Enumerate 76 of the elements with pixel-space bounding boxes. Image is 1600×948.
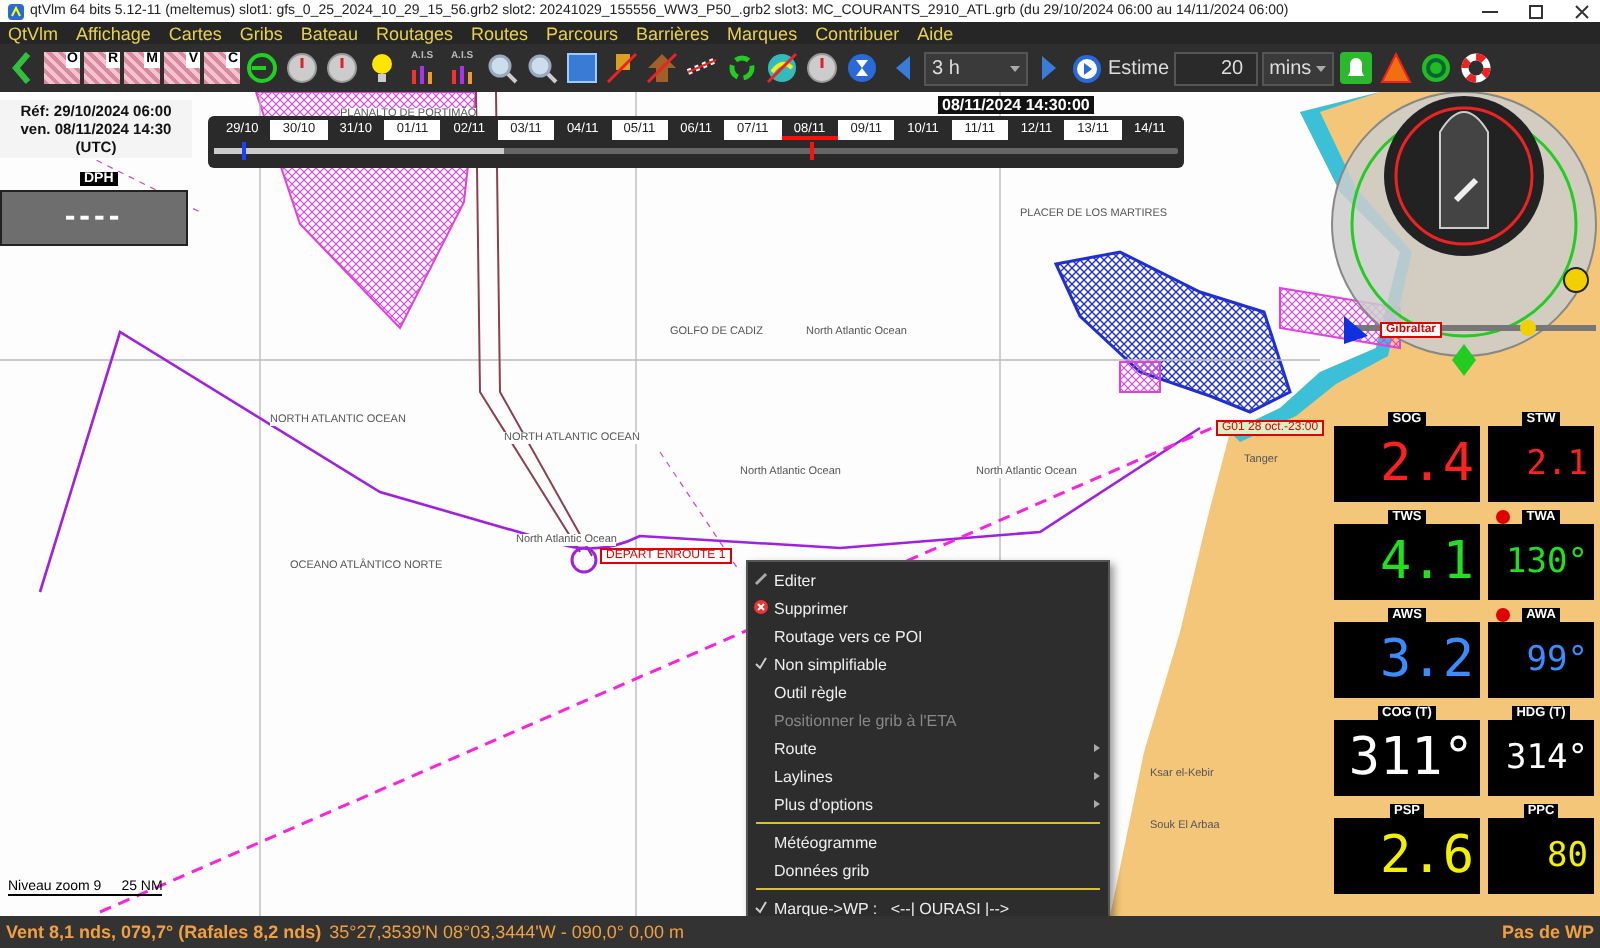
start-marker[interactable] xyxy=(570,546,598,574)
submenu-arrow-icon xyxy=(1094,800,1100,808)
ring-icon[interactable] xyxy=(244,50,280,86)
crossed-flag-icon[interactable] xyxy=(604,50,640,86)
menu-entry[interactable]: Routage vers ce POI xyxy=(748,622,1108,650)
edit-icon xyxy=(754,572,768,586)
instrument-value: 2.6 xyxy=(1380,830,1474,882)
target-icon[interactable] xyxy=(1417,50,1454,86)
menu-entry[interactable]: Marque->WP : <--| OURASI |--> xyxy=(748,894,1108,916)
menu-entry[interactable]: Météogramme xyxy=(748,828,1108,856)
lifebuoy-icon[interactable] xyxy=(1457,50,1494,86)
instrument-value: 314° xyxy=(1506,741,1588,775)
menu-entry[interactable]: Laylines xyxy=(748,762,1108,790)
timeline-time: 08/11/2024 14:30:00 xyxy=(938,96,1094,114)
zoom-icon[interactable] xyxy=(484,50,520,86)
menu-item[interactable]: Bateau xyxy=(300,23,358,43)
menu-item[interactable]: Marques xyxy=(727,23,798,43)
crossed-globe-icon[interactable] xyxy=(764,50,800,86)
instrument-value: 80 xyxy=(1547,839,1588,873)
reference-marker xyxy=(242,142,247,160)
clock-icon[interactable] xyxy=(804,50,840,86)
menu-item[interactable]: Aide xyxy=(917,23,954,43)
menu-item[interactable]: Gribs xyxy=(239,23,283,43)
menu-entry[interactable]: Non simplifiable xyxy=(748,650,1108,678)
square-icon[interactable] xyxy=(564,50,600,86)
step-dropdown[interactable]: 3 h xyxy=(924,51,1028,85)
menu-item[interactable]: Routages xyxy=(375,23,453,43)
close-icon[interactable] xyxy=(1572,3,1592,19)
timeline-slider[interactable] xyxy=(214,148,1178,154)
check-icon xyxy=(754,656,768,670)
menu-item[interactable]: Parcours xyxy=(546,23,619,43)
instrument-value: 2.1 xyxy=(1526,447,1588,481)
zoom-icon[interactable] xyxy=(524,50,560,86)
submenu-arrow-icon xyxy=(1094,772,1100,780)
clock-icon[interactable] xyxy=(324,50,360,86)
delete-icon xyxy=(754,600,768,614)
bell-icon[interactable] xyxy=(1337,50,1374,86)
restore-icon[interactable] xyxy=(1526,3,1546,19)
check-icon xyxy=(754,900,768,914)
submenu-arrow-icon xyxy=(1094,744,1100,752)
bar-chart-icon xyxy=(450,63,474,83)
recycle-icon[interactable] xyxy=(724,50,760,86)
estimate-button[interactable]: Estime xyxy=(1072,53,1170,83)
instrument-value: 3.2 xyxy=(1380,634,1474,686)
menu-item[interactable]: Barrières xyxy=(636,23,710,43)
app-icon xyxy=(8,3,24,19)
clock-icon[interactable] xyxy=(284,50,320,86)
instrument-value: 130° xyxy=(1506,545,1588,579)
menu-item[interactable]: Routes xyxy=(470,23,529,43)
instrument-value: 4.1 xyxy=(1380,536,1474,588)
hourglass-icon[interactable] xyxy=(844,50,880,86)
caret-icon xyxy=(1010,65,1020,71)
time-marker[interactable] xyxy=(809,142,814,160)
wind-status: Vent 8,1 nds, 079,7° (Rafales 8,2 nds) xyxy=(6,922,322,942)
menu-entry[interactable]: Plus d'options xyxy=(748,790,1108,818)
menu-item[interactable]: QtVlm xyxy=(8,23,59,43)
menu-entry[interactable]: Editer xyxy=(748,566,1108,594)
menu-entry[interactable]: Outil règle xyxy=(748,678,1108,706)
instrument-value: 99° xyxy=(1526,643,1588,677)
menu-entry[interactable]: Supprimer xyxy=(748,594,1108,622)
unit-dropdown[interactable]: mins xyxy=(1261,51,1334,85)
menu-entry[interactable]: Données grib xyxy=(748,856,1108,884)
play-icon xyxy=(1072,53,1102,83)
position-status: 35°27,3539'N 08°03,3444'W - 090,0° 0,00 m xyxy=(329,922,687,942)
instrument-value: 311° xyxy=(1348,732,1474,784)
menu-item[interactable]: Cartes xyxy=(168,23,222,43)
bar-chart-icon xyxy=(410,63,434,83)
depth-gauge: ---- xyxy=(0,190,188,246)
menu-entry[interactable]: Route xyxy=(748,734,1108,762)
instrument-value: 2.4 xyxy=(1380,438,1474,490)
caret-icon xyxy=(1315,65,1326,71)
menu-item[interactable]: Affichage xyxy=(76,23,151,43)
waypoint-status: Pas de WP xyxy=(1501,922,1594,942)
warning-icon[interactable] xyxy=(1377,50,1414,86)
menu-item[interactable]: Contribuer xyxy=(815,23,900,43)
estimate-field[interactable]: 20 xyxy=(1173,51,1258,85)
